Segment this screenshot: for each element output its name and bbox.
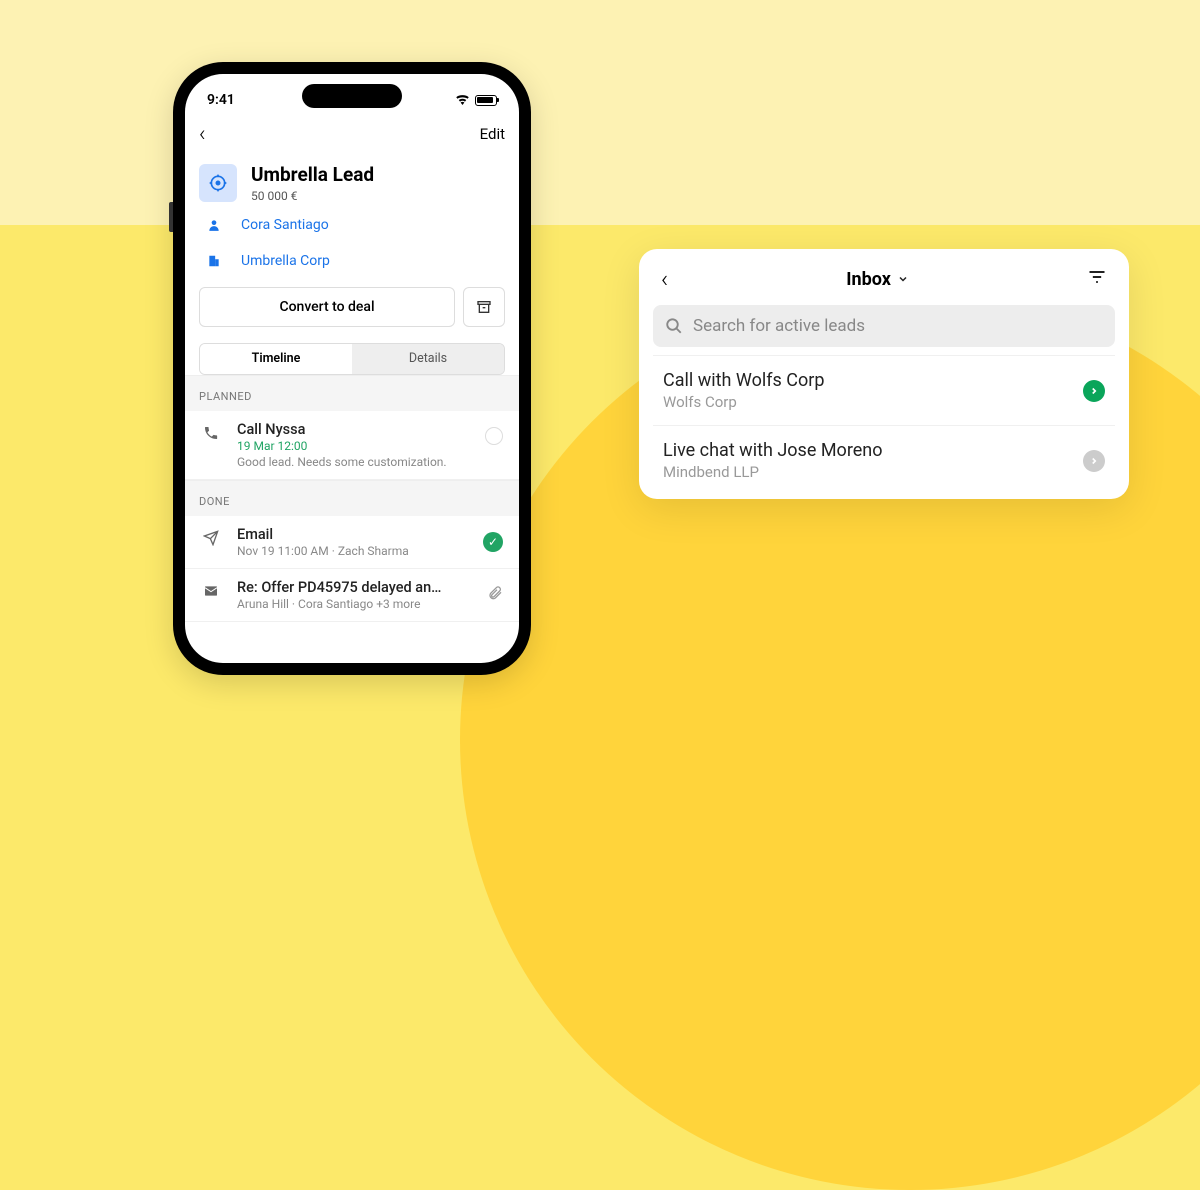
search-icon [665, 317, 683, 335]
list-item[interactable]: Call with Wolfs Corp Wolfs Corp [653, 355, 1115, 425]
section-done: DONE [185, 480, 519, 516]
planned-title: Call Nyssa [237, 421, 469, 438]
wifi-icon [455, 94, 470, 106]
tabs: Timeline Details [199, 343, 505, 375]
unchecked-icon [485, 427, 503, 445]
mail-icon [201, 579, 221, 599]
archive-button[interactable] [463, 287, 505, 327]
check-icon: ✓ [483, 532, 503, 552]
tab-details[interactable]: Details [352, 344, 504, 374]
done-email-item[interactable]: Email Nov 19 11:00 AM · Zach Sharma ✓ [185, 516, 519, 569]
status-time: 9:41 [207, 92, 235, 108]
lead-amount: 50 000 € [251, 189, 374, 203]
chevron-right-icon [1089, 456, 1099, 466]
archive-icon [476, 299, 492, 315]
status-indicators [455, 94, 497, 106]
search-placeholder: Search for active leads [693, 316, 865, 336]
chevron-down-icon [897, 273, 909, 285]
card-header: ‹ Inbox [653, 265, 1115, 305]
list-item-title: Call with Wolfs Corp [663, 370, 1083, 391]
section-planned: PLANNED [185, 375, 519, 411]
done-thread-item[interactable]: Re: Offer PD45975 delayed an… Aruna Hill… [185, 569, 519, 622]
phone-notch [302, 84, 402, 108]
person-icon [205, 218, 223, 232]
search-input[interactable]: Search for active leads [653, 305, 1115, 347]
person-link[interactable]: Cora Santiago [241, 217, 329, 233]
card-back-button[interactable]: ‹ [661, 265, 668, 293]
org-link[interactable]: Umbrella Corp [241, 253, 330, 269]
filter-icon [1087, 267, 1107, 287]
battery-icon [475, 95, 497, 106]
chevron-right-icon [1089, 386, 1099, 396]
convert-button[interactable]: Convert to deal [199, 287, 455, 327]
planned-time: 19 Mar 12:00 [237, 439, 469, 453]
phone-call-icon [201, 421, 221, 441]
inbox-title: Inbox [846, 269, 891, 290]
person-row[interactable]: Cora Santiago [185, 207, 519, 243]
list-item-title: Live chat with Jose Moreno [663, 440, 1083, 461]
status-indicator-green [1083, 380, 1105, 402]
building-icon [205, 254, 223, 268]
inbox-card: ‹ Inbox Search for active leads Call wit… [639, 249, 1129, 499]
planned-item[interactable]: Call Nyssa 19 Mar 12:00 Good lead. Needs… [185, 411, 519, 480]
lead-header: Umbrella Lead 50 000 € [185, 154, 519, 207]
inbox-dropdown[interactable]: Inbox [846, 269, 909, 290]
filter-button[interactable] [1087, 267, 1107, 291]
done-thread-meta: Aruna Hill · Cora Santiago +3 more [237, 597, 471, 611]
send-icon [201, 526, 221, 546]
lead-icon [199, 164, 237, 202]
lead-title: Umbrella Lead [251, 164, 374, 187]
action-buttons: Convert to deal [185, 279, 519, 337]
done-email-status: ✓ [483, 526, 503, 552]
phone-screen: 9:41 ‹ Edit Umbrella Lead 50 000 € Cora … [185, 74, 519, 663]
phone-frame: 9:41 ‹ Edit Umbrella Lead 50 000 € Cora … [173, 62, 531, 675]
list-item[interactable]: Live chat with Jose Moreno Mindbend LLP [653, 425, 1115, 495]
planned-note: Good lead. Needs some customization. [237, 455, 469, 469]
org-row[interactable]: Umbrella Corp [185, 243, 519, 279]
nav-bar: ‹ Edit [185, 114, 519, 154]
tab-timeline[interactable]: Timeline [200, 344, 352, 374]
done-email-meta: Nov 19 11:00 AM · Zach Sharma [237, 544, 467, 558]
status-indicator-gray [1083, 450, 1105, 472]
back-button[interactable]: ‹ [199, 122, 206, 147]
attachment-icon [487, 579, 503, 605]
done-thread-title: Re: Offer PD45975 delayed an… [237, 579, 471, 596]
list-item-sub: Mindbend LLP [663, 463, 1083, 481]
done-email-title: Email [237, 526, 467, 543]
list-item-sub: Wolfs Corp [663, 393, 1083, 411]
edit-button[interactable]: Edit [480, 125, 505, 143]
planned-status[interactable] [485, 421, 503, 445]
